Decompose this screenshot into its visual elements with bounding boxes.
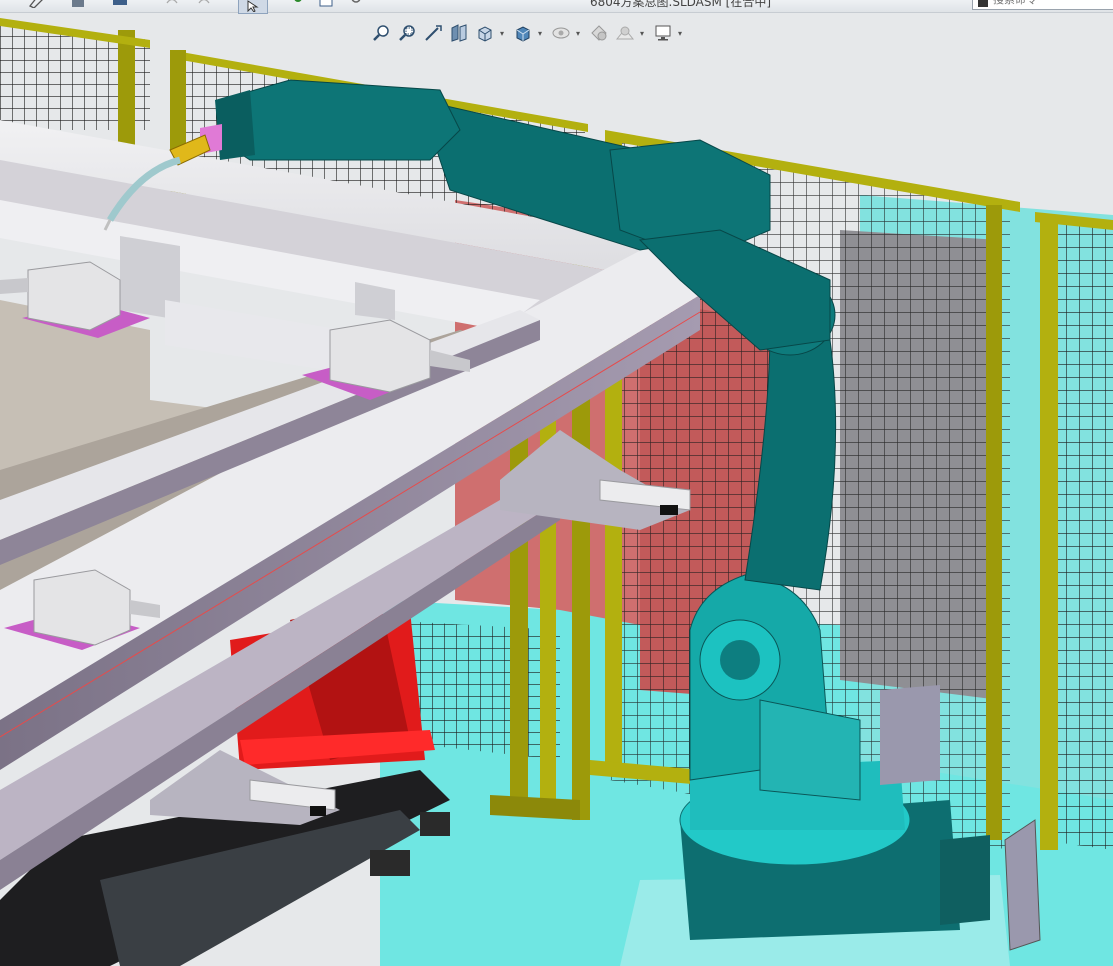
redo-icon[interactable] xyxy=(196,0,212,8)
save-icon[interactable] xyxy=(70,0,86,8)
select-button[interactable] xyxy=(238,0,268,14)
options-icon[interactable] xyxy=(348,0,364,8)
search-commands-box[interactable] xyxy=(972,0,1113,10)
undo-icon[interactable] xyxy=(164,0,180,8)
chevron-down-icon[interactable]: ▾ xyxy=(576,29,584,38)
chevron-down-icon[interactable]: ▾ xyxy=(640,29,648,38)
document-title: 6804方案总图.SLDASM [在合中] xyxy=(590,0,772,9)
edit-appearance-icon[interactable] xyxy=(588,22,610,44)
display-style-icon[interactable] xyxy=(512,22,534,44)
previous-view-icon[interactable] xyxy=(422,22,444,44)
chevron-down-icon[interactable]: ▾ xyxy=(678,29,686,38)
graphics-viewport[interactable] xyxy=(0,12,1113,966)
rebuild-icon[interactable] xyxy=(290,0,306,8)
sketch-icon[interactable] xyxy=(28,0,44,9)
chevron-down-icon[interactable]: ▾ xyxy=(538,29,546,38)
hide-show-items-icon[interactable] xyxy=(550,22,572,44)
search-input[interactable] xyxy=(993,0,1111,7)
top-toolbar: 6804方案总图.SLDASM [在合中] xyxy=(0,0,1113,14)
select-icon xyxy=(247,0,259,17)
right-fixture xyxy=(1004,819,1041,951)
zoom-to-area-icon[interactable] xyxy=(396,22,418,44)
view-settings-icon[interactable] xyxy=(652,22,674,44)
search-icon xyxy=(977,0,989,13)
chevron-down-icon[interactable]: ▾ xyxy=(500,29,508,38)
view-orientation-icon[interactable] xyxy=(474,22,496,44)
print-icon[interactable] xyxy=(112,0,128,8)
apply-scene-icon[interactable] xyxy=(614,22,636,44)
zoom-to-fit-icon[interactable] xyxy=(370,22,392,44)
section-view-icon[interactable] xyxy=(448,22,470,44)
heads-up-view-toolbar: ▾ ▾ ▾ ▾ ▾ xyxy=(370,20,686,46)
file-properties-icon[interactable] xyxy=(318,0,334,8)
